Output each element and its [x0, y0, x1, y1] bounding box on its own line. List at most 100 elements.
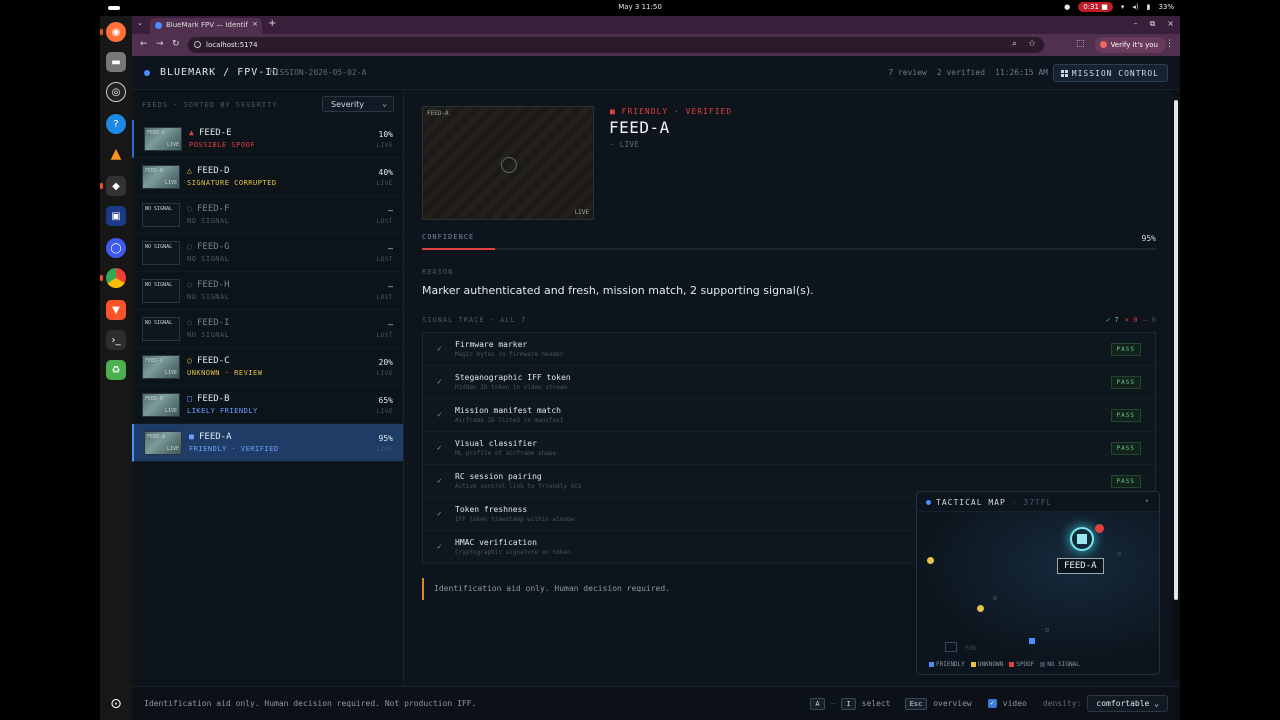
trash-icon[interactable]: ♻ — [106, 360, 126, 380]
feed-item[interactable]: FEED-A LIVE ■ FEED-A FRIENDLY · VERIFIED 95% L… — [132, 424, 403, 462]
thumbnail-label: NO SIGNAL — [145, 244, 173, 250]
reason-label: REASON — [422, 268, 454, 276]
map-marker-unknown[interactable] — [927, 557, 934, 564]
app-indicator-icon[interactable]: ● — [1064, 3, 1070, 11]
tactical-map-panel[interactable]: TACTICAL MAP · 37TFL ▾ FEED-A FOB FRIEND… — [916, 491, 1160, 675]
verified-count: 2 verified — [936, 68, 986, 77]
address-bar[interactable]: localhost:5174 — [188, 37, 1044, 53]
map-marker-spoof[interactable] — [1095, 524, 1104, 533]
map-canvas[interactable]: FEED-A FOB — [917, 512, 1159, 662]
density-select[interactable]: comfortable ⌄ — [1087, 695, 1168, 712]
feed-item[interactable]: NO SIGNAL ○ FEED-G NO SIGNAL — LOST — [132, 234, 403, 272]
footer-controls: A – I select Esc overview ✓ video densit… — [810, 695, 1168, 712]
browser-menu-icon[interactable]: ⋮ — [1165, 39, 1174, 49]
map-marker-feed-a[interactable] — [1077, 534, 1087, 544]
feed-name: ○ FEED-C — [187, 356, 230, 366]
status-badge: ■ FRIENDLY · VERIFIED — [610, 107, 733, 116]
screen-record-indicator[interactable]: 0:31 ■ — [1078, 2, 1113, 12]
check-icon: ✓ — [437, 410, 442, 419]
map-marker-friendly[interactable] — [1029, 638, 1035, 644]
feed-status: SIGNATURE CORRUPTED — [187, 179, 277, 187]
bookmark-star-icon[interactable]: ☆ — [1028, 39, 1036, 49]
confidence-value: 95% — [1141, 234, 1156, 243]
verify-profile-button[interactable]: Verify it's you — [1094, 37, 1166, 53]
favicon-icon — [155, 22, 162, 29]
mission-control-button[interactable]: MISSION CONTROL — [1052, 64, 1168, 82]
signal-icon[interactable]: ◯ — [106, 238, 126, 258]
trace-name: RC session pairing — [455, 472, 542, 481]
screenshot-icon[interactable]: ▣ — [106, 206, 126, 226]
confidence-bar-fill — [422, 248, 496, 250]
feed-status-icon: △ — [187, 166, 192, 175]
legend-swatch — [1040, 662, 1046, 667]
terminal-icon[interactable]: ›_ — [106, 330, 126, 350]
forward-icon[interactable]: → — [156, 39, 164, 49]
zoom-icon[interactable]: ⌕ — [1012, 39, 1017, 49]
sort-select[interactable]: Severity ⌄ — [322, 96, 394, 112]
site-info-icon[interactable] — [194, 41, 201, 48]
new-tab-icon[interactable]: + — [268, 18, 276, 29]
overview-hint: overview — [933, 699, 972, 708]
feed-name-text: FEED-H — [197, 280, 230, 290]
legend-item: NO SIGNAL — [1040, 661, 1080, 668]
page-scrollbar[interactable] — [1172, 90, 1180, 680]
video-state: LIVE — [574, 209, 589, 216]
map-marker-unknown[interactable] — [977, 605, 984, 612]
feed-item[interactable]: NO SIGNAL ○ FEED-I NO SIGNAL — LOST — [132, 310, 403, 348]
feed-item[interactable]: FEED-B LIVE □ FEED-B LIKELY FRIENDLY 65% LIVE — [132, 386, 403, 424]
confidence-label: CONFIDENCE — [422, 233, 475, 241]
header-stats: 7 review 2 verified 11:26:15 AM — [888, 68, 1048, 77]
close-window-icon[interactable]: × — [1167, 19, 1174, 29]
feed-status: NO SIGNAL — [187, 331, 230, 339]
obs-icon[interactable]: ◎ — [106, 82, 126, 102]
thumbnail-state: LIVE — [164, 370, 177, 376]
feed-item[interactable]: FEED-C LIVE ○ FEED-C UNKNOWN · REVIEW 20% LIVE — [132, 348, 403, 386]
system-tray[interactable]: ● 0:31 ■ ▾ ◂) ▮ 33% — [1064, 2, 1174, 12]
minimize-icon[interactable]: – — [1134, 19, 1138, 29]
map-marker-no-signal[interactable] — [993, 596, 997, 600]
inkscape-icon[interactable]: ◆ — [100, 176, 126, 196]
files-icon[interactable]: ▬ — [106, 52, 126, 72]
tab-list-icon[interactable]: ⌄ — [137, 19, 143, 27]
trace-row[interactable]: ✓ Firmware marker Magic bytes in firmware … — [423, 333, 1155, 366]
back-icon[interactable]: ← — [140, 39, 148, 49]
browser-tab[interactable]: BlueMark FPV — Identif × — [150, 18, 262, 34]
brave-icon[interactable]: ▼ — [106, 300, 126, 320]
trace-row[interactable]: ✓ Visual classifier ML profile of airframe… — [423, 432, 1155, 465]
help-icon[interactable]: ? — [106, 114, 126, 134]
video-checkbox[interactable]: ✓ — [987, 699, 997, 708]
verify-label: Verify it's you — [1110, 41, 1158, 49]
vlc-icon[interactable]: ▲ — [106, 144, 126, 164]
page-title: FEED-A — [609, 118, 670, 137]
map-marker-no-signal[interactable] — [1117, 552, 1121, 556]
map-marker-no-signal[interactable] — [1045, 628, 1049, 632]
tab-title: BlueMark FPV — Identif — [166, 21, 248, 29]
feed-name: ▲ FEED-E — [189, 128, 232, 138]
feed-item[interactable]: FEED-D LIVE △ FEED-D SIGNATURE CORRUPTED 40% L… — [132, 158, 403, 196]
maximize-icon[interactable]: ⧉ — [1150, 19, 1156, 29]
feed-item[interactable]: FEED-E LIVE ▲ FEED-E POSSIBLE SPOOF 10% LIVE — [132, 120, 403, 158]
firefox-icon[interactable]: ◉ — [100, 22, 126, 42]
trace-counts: ✓ 7 × 0 – 0 — [1106, 316, 1156, 324]
extensions-icon[interactable]: ⬚ — [1076, 39, 1085, 49]
trace-row[interactable]: ✓ Mission manifest match Airframe ID liste… — [423, 399, 1155, 432]
reload-icon[interactable]: ↻ — [172, 39, 180, 49]
density-value: comfortable — [1096, 699, 1150, 708]
system-clock[interactable]: May 3 11:50 — [100, 3, 1180, 11]
video-preview[interactable]: FEED-A LIVE — [422, 106, 594, 220]
chrome-icon[interactable] — [100, 268, 126, 288]
trace-row[interactable]: ✓ Steganographic IFF token Hidden ID token… — [423, 366, 1155, 399]
map-legend: FRIENDLY UNKNOWN SPOOF NO SIGNAL — [929, 661, 1080, 668]
scrollbar-thumb[interactable] — [1174, 100, 1178, 600]
show-apps-icon[interactable]: ⊙ — [106, 694, 126, 714]
feed-item[interactable]: NO SIGNAL ○ FEED-F NO SIGNAL — LOST — [132, 196, 403, 234]
legend-item: UNKNOWN — [970, 661, 1003, 668]
fail-count: × 0 — [1124, 316, 1138, 324]
feed-item[interactable]: NO SIGNAL ○ FEED-H NO SIGNAL — LOST — [132, 272, 403, 310]
feed-link-state: LIVE — [376, 142, 393, 149]
system-top-bar: May 3 11:50 ● 0:31 ■ ▾ ◂) ▮ 33% — [100, 0, 1180, 16]
map-collapse-icon[interactable]: ▾ — [1145, 497, 1149, 505]
feeds-sidebar: FEEDS · SORTED BY SEVERITY Severity ⌄ FE… — [132, 90, 404, 686]
feed-name: ○ FEED-I — [187, 318, 230, 328]
close-tab-icon[interactable]: × — [252, 20, 258, 28]
